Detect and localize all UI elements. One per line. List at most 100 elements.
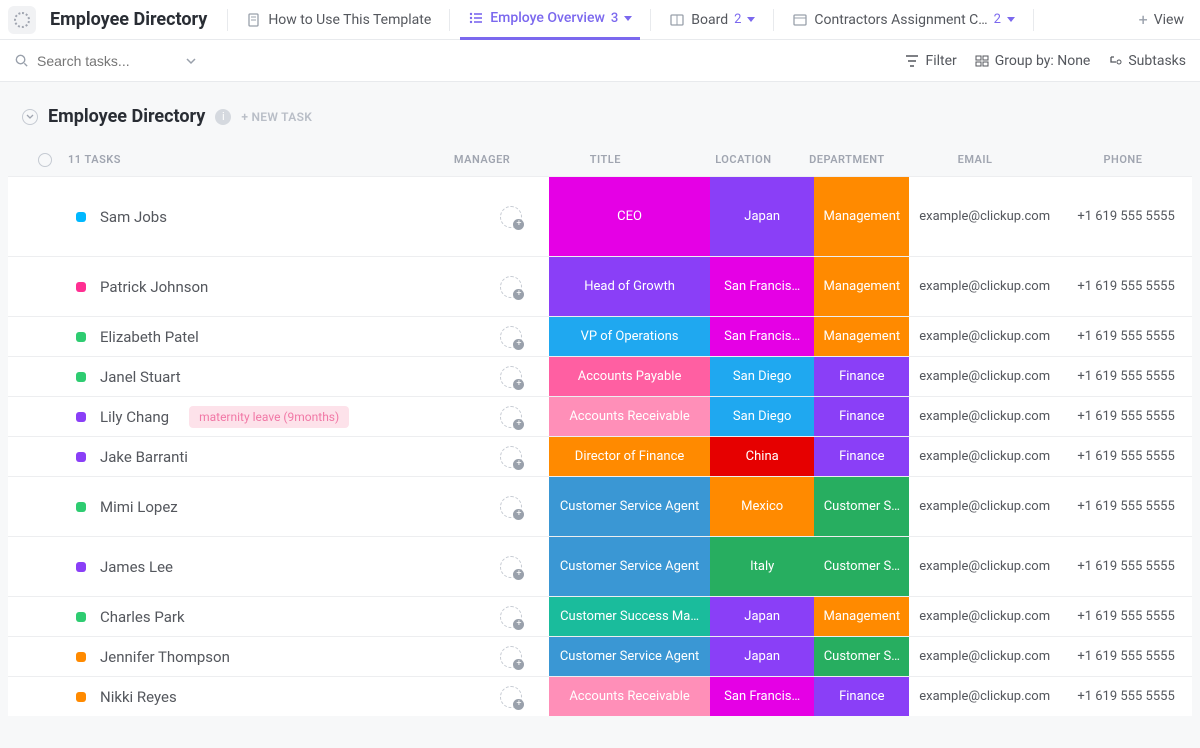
chevron-down-icon[interactable] (185, 55, 197, 67)
department-cell[interactable]: Management (814, 317, 909, 356)
collapse-toggle[interactable] (22, 109, 38, 125)
name-cell[interactable]: Jennifer Thompson (58, 637, 474, 676)
col-location[interactable]: LOCATION (689, 153, 797, 166)
location-cell[interactable]: Japan (710, 637, 814, 676)
department-cell[interactable]: Customer S… (814, 537, 909, 596)
email-cell[interactable]: example@clickup.com (909, 437, 1060, 476)
filter-button[interactable]: Filter (905, 53, 956, 69)
name-cell[interactable]: Sam Jobs (58, 177, 474, 256)
department-cell[interactable]: Finance (814, 437, 909, 476)
email-cell[interactable]: example@clickup.com (909, 637, 1060, 676)
location-cell[interactable]: San Diego (710, 357, 814, 396)
add-manager-icon[interactable] (500, 206, 522, 228)
phone-cell[interactable]: +1 619 555 5555 (1060, 317, 1192, 356)
email-cell[interactable]: example@clickup.com (909, 177, 1060, 256)
phone-cell[interactable]: +1 619 555 5555 (1060, 357, 1192, 396)
department-cell[interactable]: Management (814, 597, 909, 636)
add-manager-icon[interactable] (500, 366, 522, 388)
subtasks-button[interactable]: Subtasks (1108, 53, 1186, 69)
email-cell[interactable]: example@clickup.com (909, 537, 1060, 596)
location-cell[interactable]: Italy (710, 537, 814, 596)
manager-cell[interactable] (474, 357, 549, 396)
add-manager-icon[interactable] (500, 606, 522, 628)
info-icon[interactable]: i (215, 109, 231, 125)
title-cell[interactable]: VP of Operations (549, 317, 710, 356)
title-cell[interactable]: Director of Finance (549, 437, 710, 476)
manager-cell[interactable] (474, 317, 549, 356)
location-cell[interactable]: San Diego (710, 397, 814, 436)
add-manager-icon[interactable] (500, 646, 522, 668)
email-cell[interactable]: example@clickup.com (909, 597, 1060, 636)
manager-cell[interactable] (474, 257, 549, 316)
manager-cell[interactable] (474, 677, 549, 716)
location-cell[interactable]: San Francis… (710, 677, 814, 716)
name-cell[interactable]: James Lee (58, 537, 474, 596)
col-department[interactable]: DEPARTMENT (798, 153, 897, 166)
email-cell[interactable]: example@clickup.com (909, 677, 1060, 716)
add-view-button[interactable]: + View (1131, 0, 1192, 40)
phone-cell[interactable]: +1 619 555 5555 (1060, 437, 1192, 476)
table-row[interactable]: Elizabeth Patel VP of OperationsSan Franc… (8, 316, 1192, 356)
title-cell[interactable]: CEO (549, 177, 710, 256)
location-cell[interactable]: San Francis… (710, 257, 814, 316)
col-manager[interactable]: MANAGER (443, 153, 522, 166)
email-cell[interactable]: example@clickup.com (909, 477, 1060, 536)
phone-cell[interactable]: +1 619 555 5555 (1060, 637, 1192, 676)
search-input[interactable] (37, 53, 177, 69)
tab-contractors[interactable]: Contractors Assignment C… 2 (784, 0, 1023, 40)
add-manager-icon[interactable] (500, 326, 522, 348)
email-cell[interactable]: example@clickup.com (909, 317, 1060, 356)
search-box[interactable] (14, 53, 224, 69)
location-cell[interactable]: China (710, 437, 814, 476)
expand-all-toggle[interactable] (38, 153, 52, 167)
add-manager-icon[interactable] (500, 276, 522, 298)
title-cell[interactable]: Customer Service Agent (549, 477, 710, 536)
manager-cell[interactable] (474, 437, 549, 476)
location-cell[interactable]: Japan (710, 597, 814, 636)
department-cell[interactable]: Finance (814, 397, 909, 436)
department-cell[interactable]: Finance (814, 677, 909, 716)
email-cell[interactable]: example@clickup.com (909, 397, 1060, 436)
table-row[interactable]: Jennifer ThompsonCustomer Service AgentJ… (8, 636, 1192, 676)
table-row[interactable]: Charles ParkCustomer Success Ma…JapanMan… (8, 596, 1192, 636)
location-cell[interactable]: Mexico (710, 477, 814, 536)
table-row[interactable]: Mimi LopezCustomer Service AgentMexicoCu… (8, 476, 1192, 536)
title-cell[interactable]: Accounts Receivable (549, 397, 710, 436)
table-row[interactable]: Janel Stuart Accounts PayableSan DiegoFin… (8, 356, 1192, 396)
manager-cell[interactable] (474, 537, 549, 596)
department-cell[interactable]: Management (814, 257, 909, 316)
title-cell[interactable]: Customer Service Agent (549, 537, 710, 596)
table-row[interactable]: Patrick JohnsonHead of GrowthSan Francis… (8, 256, 1192, 316)
manager-cell[interactable] (474, 397, 549, 436)
add-manager-icon[interactable] (500, 406, 522, 428)
tab-board[interactable]: Board 2 (661, 0, 763, 40)
col-email[interactable]: EMAIL (896, 153, 1054, 166)
department-cell[interactable]: Management (814, 177, 909, 256)
new-task-button[interactable]: + NEW TASK (241, 110, 312, 124)
title-cell[interactable]: Accounts Payable (549, 357, 710, 396)
table-row[interactable]: James Lee Customer Service AgentItalyCust… (8, 536, 1192, 596)
col-phone[interactable]: PHONE (1054, 153, 1192, 166)
phone-cell[interactable]: +1 619 555 5555 (1060, 597, 1192, 636)
groupby-button[interactable]: Group by: None (975, 53, 1091, 69)
department-cell[interactable]: Customer S… (814, 637, 909, 676)
add-manager-icon[interactable] (500, 446, 522, 468)
phone-cell[interactable]: +1 619 555 5555 (1060, 477, 1192, 536)
department-cell[interactable]: Customer S… (814, 477, 909, 536)
table-row[interactable]: Jake BarrantiDirector of FinanceChinaFin… (8, 436, 1192, 476)
title-cell[interactable]: Head of Growth (549, 257, 710, 316)
name-cell[interactable]: Janel Stuart (58, 357, 474, 396)
email-cell[interactable]: example@clickup.com (909, 257, 1060, 316)
location-cell[interactable]: San Francis… (710, 317, 814, 356)
manager-cell[interactable] (474, 177, 549, 256)
department-cell[interactable]: Finance (814, 357, 909, 396)
name-cell[interactable]: Elizabeth Patel (58, 317, 474, 356)
phone-cell[interactable]: +1 619 555 5555 (1060, 397, 1192, 436)
tab-how-to-use[interactable]: How to Use This Template (238, 0, 439, 40)
title-cell[interactable]: Customer Success Ma… (549, 597, 710, 636)
add-manager-icon[interactable] (500, 686, 522, 708)
phone-cell[interactable]: +1 619 555 5555 (1060, 677, 1192, 716)
table-row[interactable]: Lily Changmaternity leave (9months)Accou… (8, 396, 1192, 436)
title-cell[interactable]: Accounts Receivable (549, 677, 710, 716)
col-title[interactable]: TITLE (522, 153, 690, 166)
